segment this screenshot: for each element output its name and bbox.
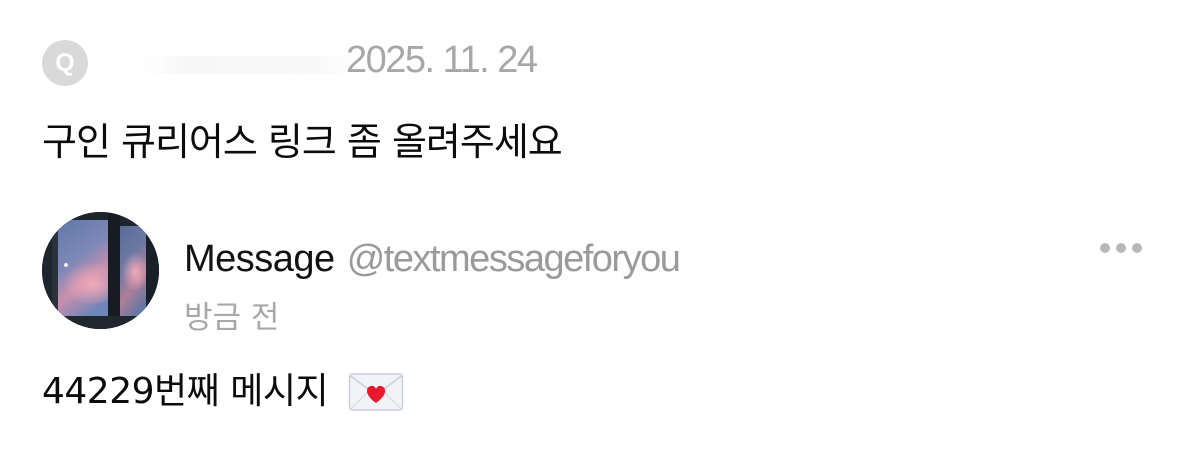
love-letter-icon	[348, 373, 404, 411]
author-line: Message @textmessageforyou	[184, 238, 681, 281]
blurred-sender	[142, 56, 362, 74]
more-dot-icon	[1100, 243, 1110, 253]
avatar-image	[42, 212, 159, 329]
more-options-button[interactable]	[1094, 230, 1148, 266]
more-dot-icon	[1132, 243, 1142, 253]
question-text: 구인 큐리어스 링크 좀 올려주세요	[42, 120, 563, 164]
question-header: Q 2025. 11. 24	[42, 38, 642, 86]
answer-body: 44229번째 메시지	[42, 367, 404, 417]
author-handle[interactable]: @textmessageforyou	[347, 238, 681, 280]
more-dot-icon	[1116, 243, 1126, 253]
question-date: 2025. 11. 24	[346, 39, 538, 81]
author-display-name[interactable]: Message	[184, 238, 335, 280]
question-badge-icon: Q	[42, 40, 88, 86]
avatar[interactable]	[42, 212, 159, 329]
answer-text: 44229번째 메시지	[42, 371, 329, 412]
answer-timestamp: 방금 전	[184, 300, 280, 336]
